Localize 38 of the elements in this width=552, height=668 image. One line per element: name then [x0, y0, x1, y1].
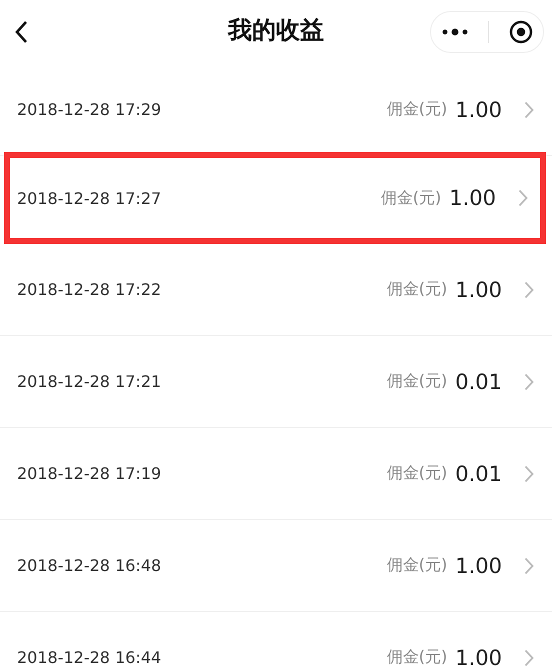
commission-label: 佣金(元) — [380, 188, 442, 208]
commission-label: 佣金(元) — [386, 371, 448, 392]
time-text: 2018-12-28 17:27 — [17, 188, 162, 208]
chevron-icon — [524, 648, 534, 666]
chevron-icon — [524, 464, 534, 482]
chevron-icon — [524, 372, 534, 390]
time-text: 2018-12-28 17:22 — [17, 280, 162, 299]
chevron-icon — [524, 556, 534, 574]
time-text: 2018-12-28 16:44 — [17, 648, 162, 667]
amount-text: 1.00 — [455, 98, 502, 122]
amount-text: 1.00 — [455, 554, 502, 578]
amount-text: 0.01 — [455, 462, 502, 486]
commission-label: 佣金(元) — [386, 647, 448, 668]
earning-row[interactable]: 2018-12-28 17:29 佣金(元) 1.00 — [0, 64, 552, 156]
time-text: 2018-12-28 17:21 — [17, 372, 162, 391]
time-text: 2018-12-28 17:29 — [17, 100, 162, 119]
chevron-icon — [524, 280, 534, 298]
earning-row[interactable]: 2018-12-28 17:27 佣金(元) 1.00 — [4, 152, 546, 244]
time-text: 2018-12-28 17:19 — [17, 464, 162, 483]
amount-text: 0.01 — [455, 370, 502, 394]
back-icon[interactable] — [14, 20, 28, 44]
commission-label: 佣金(元) — [386, 279, 448, 300]
more-icon[interactable] — [440, 27, 469, 37]
chevron-icon — [524, 100, 534, 118]
time-text: 2018-12-28 16:48 — [17, 556, 162, 575]
earning-row[interactable]: 2018-12-28 17:19 佣金(元) 0.01 — [0, 428, 552, 520]
commission-label: 佣金(元) — [386, 99, 448, 120]
amount-text: 1.00 — [455, 278, 502, 302]
amount-text: 1.00 — [455, 646, 502, 668]
earning-row[interactable]: 2018-12-28 16:44 佣金(元) 1.00 — [0, 612, 552, 668]
commission-label: 佣金(元) — [386, 555, 448, 576]
earning-row[interactable]: 2018-12-28 16:48 佣金(元) 1.00 — [0, 520, 552, 612]
chevron-icon — [518, 189, 528, 207]
page-title: 我的收益 — [228, 15, 324, 46]
amount-text: 1.00 — [449, 186, 496, 210]
earning-row[interactable]: 2018-12-28 17:22 佣金(元) 1.00 — [0, 244, 552, 336]
earning-row[interactable]: 2018-12-28 17:21 佣金(元) 0.01 — [0, 336, 552, 428]
commission-label: 佣金(元) — [386, 463, 448, 484]
